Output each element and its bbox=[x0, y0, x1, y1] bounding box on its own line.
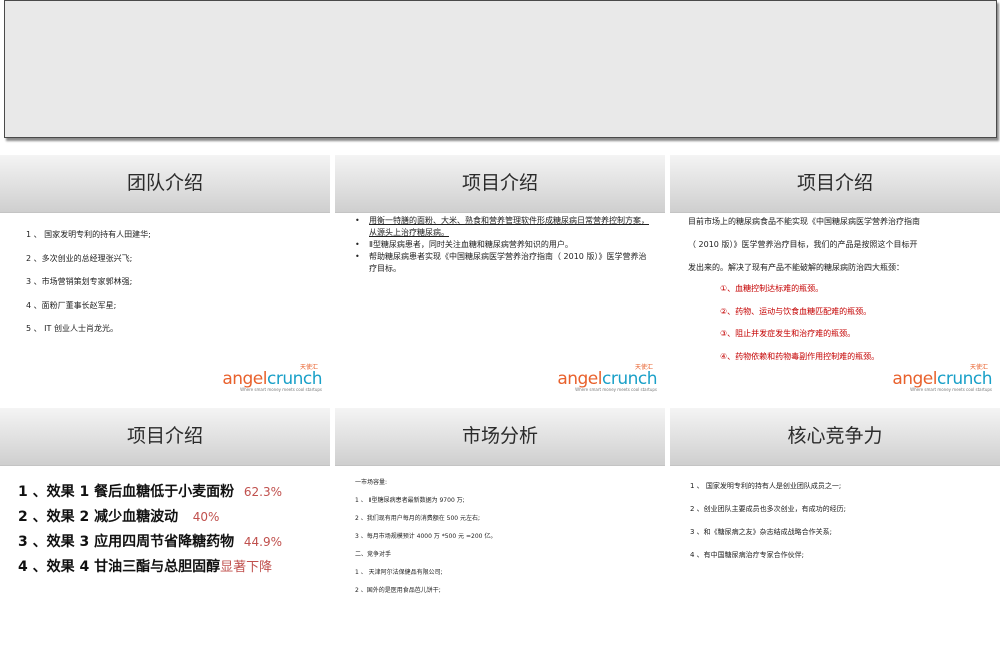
slide-title: 项目介绍 bbox=[796, 172, 873, 194]
slide-thumbnail-project-1[interactable]: 项目介绍 用衡一特膳的面粉、大米、熟食和营养管理软件形成糖尿病日常营养控制方案，… bbox=[335, 155, 665, 398]
market-list: 一市场容量: 1 、 Ⅱ型糖尿病患者最新数据为 9700 万; 2 、我们现有用… bbox=[355, 474, 496, 600]
slide-thumbnail-team[interactable]: 团队介绍 1 、 国家发明专利的持有人田建华; 2 、多次创业的总经理张兴飞; … bbox=[0, 155, 330, 398]
slide-thumbnail-core-competence[interactable]: 核心竞争力 1 、 国家发明专利的持有人是创业团队成员之一; 2 、创业团队主要… bbox=[670, 408, 1000, 651]
list-item: 用衡一特膳的面粉、大米、熟食和营养管理软件形成糖尿病日常营养控制方案，从源头上治… bbox=[355, 215, 650, 239]
list-item: 2 、多次创业的总经理张兴飞; bbox=[26, 253, 133, 263]
angelcrunch-logo: 天使汇 angelcrunch Where smart money meets … bbox=[222, 364, 322, 392]
slide-title: 项目介绍 bbox=[126, 425, 203, 447]
slide-main-canvas[interactable] bbox=[4, 0, 997, 138]
list-item: 3 、每月市场规模预计 4000 万 *500 元 =200 亿。 bbox=[355, 533, 497, 540]
list-item: 帮助糖尿病患者实现《中国糖尿病医学营养治疗指南（ 2010 版）》医学营养治疗目… bbox=[355, 251, 650, 275]
list-item: 4 、效果 4 甘油三酯与总胆固醇显著下降 bbox=[18, 559, 273, 575]
list-item: 2 、创业团队主要成员也多次创业，有成功的经历; bbox=[690, 505, 847, 513]
effects-list: 1 、效果 1 餐后血糖低于小麦面粉 62.3% 2 、效果 2 减少血糖波动 … bbox=[18, 480, 330, 580]
list-item: 4 、有中国糖尿病治疗专家合作伙伴; bbox=[690, 551, 805, 559]
list-item: ④、药物依赖和药物毒副作用控制难的瓶颈。 bbox=[720, 351, 880, 361]
list-item: 1 、 国家发明专利的持有人田建华; bbox=[26, 230, 151, 239]
list-item: 二、竞争对手 bbox=[355, 551, 392, 558]
project-bullets: 用衡一特膳的面粉、大米、熟食和营养管理软件形成糖尿病日常营养控制方案，从源头上治… bbox=[355, 215, 650, 275]
list-item: 3 、效果 3 应用四周节省降糖药物 44.9% bbox=[18, 534, 282, 550]
slide-thumbnail-main[interactable] bbox=[0, 0, 1000, 150]
slide-title: 项目介绍 bbox=[461, 172, 538, 194]
list-item: 2 、效果 2 减少血糖波动 40% bbox=[18, 509, 220, 525]
list-item: 3 、和《糖尿病之友》杂志结成战略合作关系; bbox=[690, 528, 833, 536]
list-item: 1 、效果 1 餐后血糖低于小麦面粉 62.3% bbox=[18, 484, 282, 500]
list-item: ③、阻止并发症发生和治疗难的瓶颈。 bbox=[720, 329, 856, 338]
team-list: 1 、 国家发明专利的持有人田建华; 2 、多次创业的总经理张兴飞; 3 、市场… bbox=[26, 223, 151, 341]
slide-thumbnail-project-3[interactable]: 项目介绍 1 、效果 1 餐后血糖低于小麦面粉 62.3% 2 、效果 2 减少… bbox=[0, 408, 330, 651]
list-item: 2 、国外的是医用食品芭儿饼干; bbox=[355, 587, 441, 594]
list-item: 2 、我们现有用户每月的消费额在 500 元左右; bbox=[355, 515, 481, 522]
angelcrunch-logo: 天使汇 angelcrunch Where smart money meets … bbox=[892, 364, 992, 392]
bottleneck-list: ①、血糖控制达标难的瓶颈。 ②、药物、运动与饮食血糖匹配难的瓶颈。 ③、阻止并发… bbox=[720, 278, 879, 368]
slide-title: 团队介绍 bbox=[126, 172, 203, 194]
slide-thumbnail-market[interactable]: 市场分析 一市场容量: 1 、 Ⅱ型糖尿病患者最新数据为 9700 万; 2 、… bbox=[335, 408, 665, 651]
list-item: Ⅱ型糖尿病患者，同时关注血糖和糖尿病营养知识的用户。 bbox=[355, 239, 650, 251]
list-item: 一市场容量: bbox=[355, 479, 388, 486]
slide-thumbnail-project-2[interactable]: 项目介绍 目前市场上的糖尿病食品不能实现《中国糖尿病医学营养治疗指南 （ 201… bbox=[670, 155, 1000, 398]
list-item: ①、血糖控制达标难的瓶颈。 bbox=[720, 284, 824, 293]
slide-title: 核心竞争力 bbox=[787, 425, 883, 447]
list-item: 1 、 国家发明专利的持有人是创业团队成员之一; bbox=[690, 482, 842, 490]
list-item: 1 、 Ⅱ型糖尿病患者最新数据为 9700 万; bbox=[355, 497, 465, 504]
competence-list: 1 、 国家发明专利的持有人是创业团队成员之一; 2 、创业团队主要成员也多次创… bbox=[690, 475, 846, 567]
slide-title: 市场分析 bbox=[461, 425, 538, 447]
list-item: 5 、 IT 创业人士肖龙光。 bbox=[26, 324, 118, 333]
angelcrunch-logo: 天使汇 angelcrunch Where smart money meets … bbox=[557, 364, 657, 392]
list-item: ②、药物、运动与饮食血糖匹配难的瓶颈。 bbox=[720, 306, 872, 316]
list-item: 4 、面粉厂董事长赵军星; bbox=[26, 300, 117, 310]
project-intro: 目前市场上的糖尿病食品不能实现《中国糖尿病医学营养治疗指南 （ 2010 版）》… bbox=[688, 217, 920, 272]
list-item: 3 、市场营销策划专家郭林强; bbox=[26, 277, 133, 286]
list-item: 1 、 天津阿尔法保健品有限公司; bbox=[355, 569, 443, 576]
